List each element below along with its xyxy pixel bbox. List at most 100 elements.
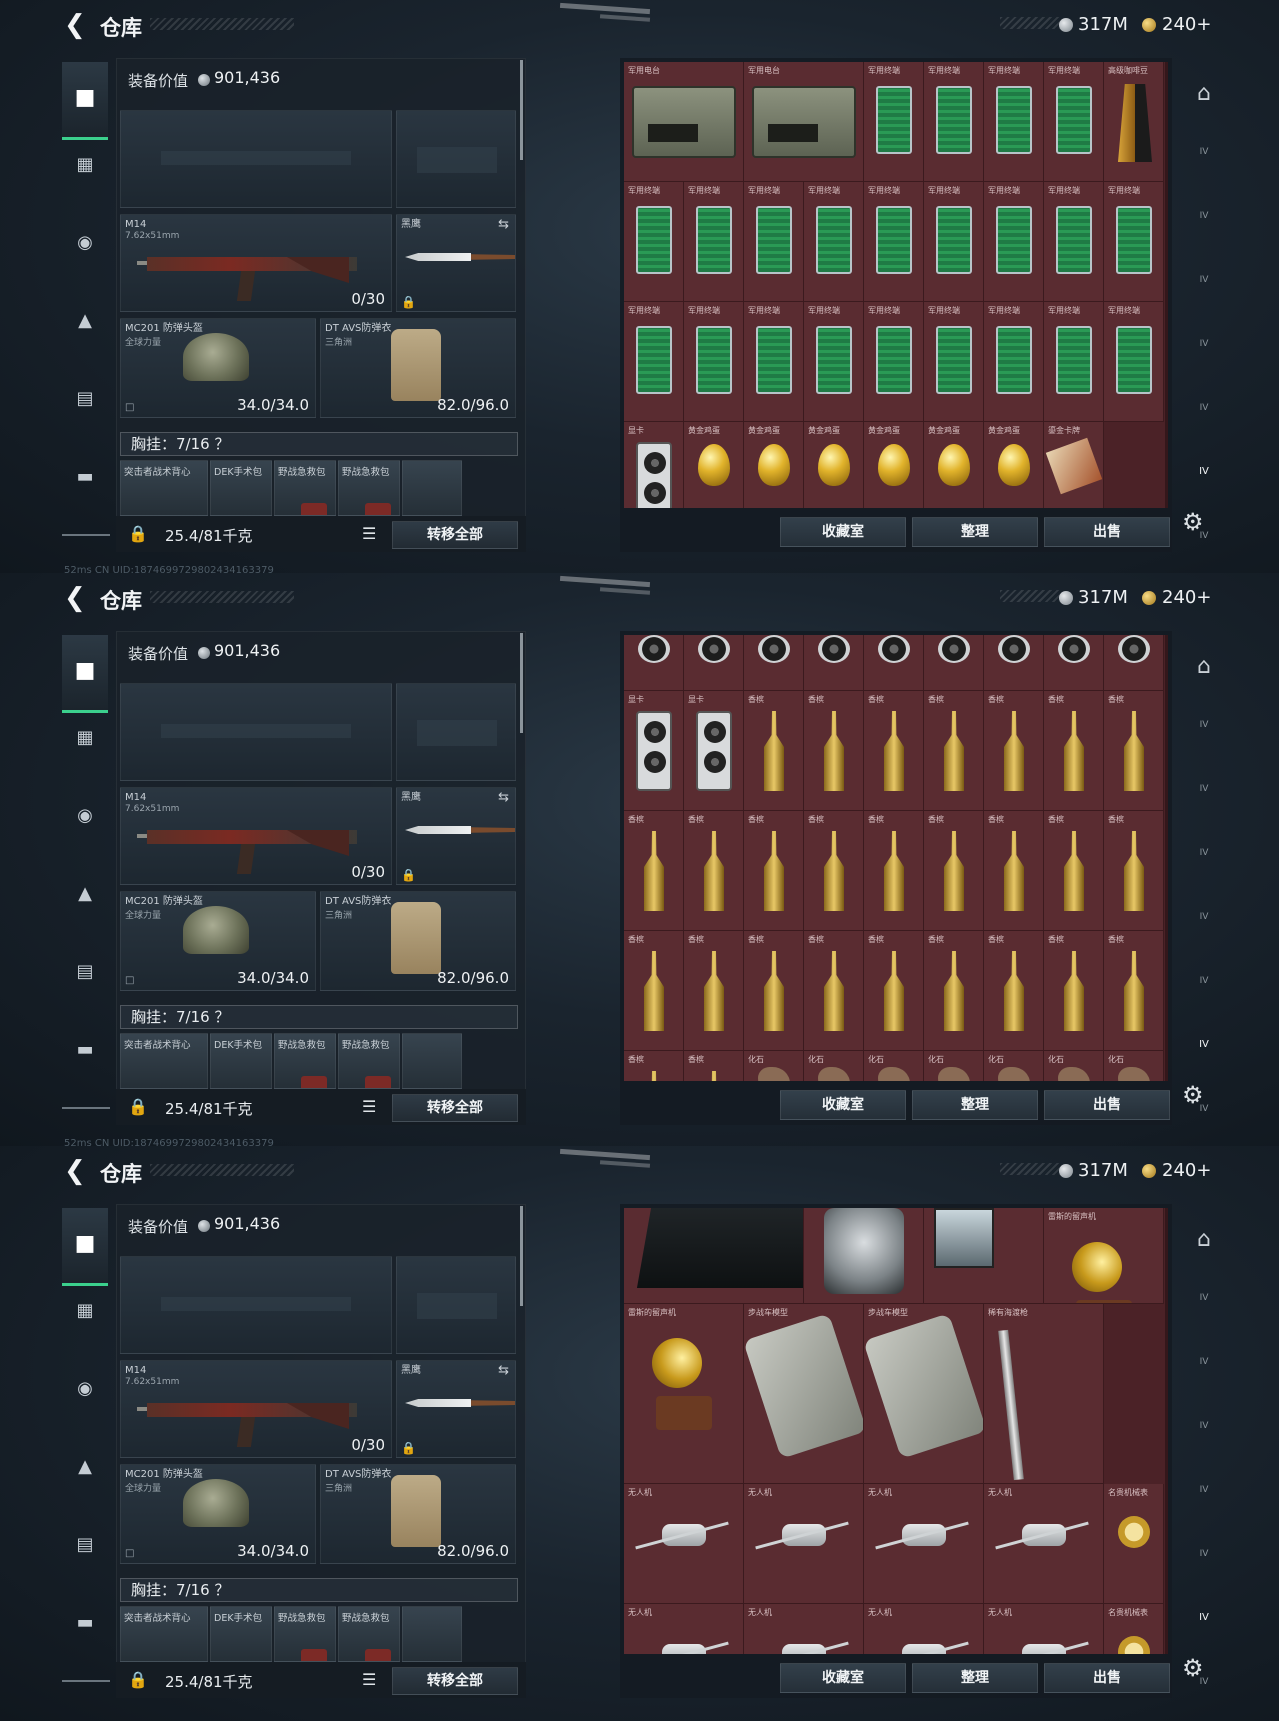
stash-item-fossil[interactable]: 化石 [984,1051,1044,1081]
armor-slot[interactable]: DT AVS防弹衣 三角洲 82.0/96.0 [320,318,516,418]
stash-scrollbar[interactable] [1165,62,1168,508]
stash-page-tab[interactable]: IV [1186,1342,1222,1382]
stash-item-board[interactable]: 军用终端 [744,302,804,422]
empty-secondary-slot[interactable] [396,683,516,781]
armor-slot[interactable]: DT AVS防弹衣 三角洲 82.0/96.0 [320,891,516,991]
nav-briefcase[interactable]: ▬ [70,1608,100,1638]
pouch-slot[interactable]: 野战急救包 [338,1606,400,1662]
stash-item-bottle[interactable]: 香槟 [804,931,864,1051]
sell-button[interactable]: 出售 [1044,1090,1170,1120]
list-icon[interactable]: ☰ [362,524,376,543]
chest-rig-capacity[interactable]: 胸挂：7/16 ？ [120,1578,518,1602]
stash-page-tab[interactable]: IV [1186,769,1222,809]
nav-armor[interactable]: ◉ [70,228,100,258]
stash-page-tab[interactable]: IV [1186,1534,1222,1574]
stash-item-board[interactable]: 军用终端 [1104,302,1164,422]
stash-item-board[interactable]: 军用终端 [1044,302,1104,422]
nav-vest[interactable]: ▦ [70,723,100,753]
stash-item-bottle[interactable]: 香槟 [984,931,1044,1051]
stash-item-bottle[interactable]: 香槟 [624,931,684,1051]
sort-button[interactable]: 整理 [912,1090,1038,1120]
stash-item-fossil[interactable]: 化石 [1104,1051,1164,1081]
stash-page-tab[interactable]: IV [1186,1278,1222,1318]
stash-item-bottle[interactable]: 香槟 [864,931,924,1051]
stash-page-tab[interactable]: IV [1186,388,1222,428]
stash-item-bottle[interactable]: 香槟 [804,811,864,931]
pouch-slot[interactable]: 野战急救包 [274,1606,336,1662]
stash-page-tab[interactable]: IV [1186,1470,1222,1510]
stash-item-egg[interactable]: 黄金鸡蛋 [804,422,864,508]
empty-primary-slot[interactable] [120,1256,392,1354]
stash-item-board[interactable]: 军用终端 [1044,182,1104,302]
stash-item-coffee[interactable]: 高级咖啡豆 [1104,62,1164,182]
empty-primary-slot[interactable] [120,110,392,208]
stash-item-bottle[interactable]: 香槟 [984,691,1044,811]
melee-slot[interactable]: 黑鹰 ⇆ 🔒 [396,787,516,885]
stash-item-bottle[interactable]: 香槟 [684,1051,744,1081]
stash-item-fossil[interactable]: 化石 [744,1051,804,1081]
stash-item-gramophone[interactable]: 雷斯的留声机 [624,1304,744,1484]
pouch-slot[interactable]: 突击者战术背心 [120,460,208,516]
stash-item-board[interactable]: 军用终端 [744,182,804,302]
stash-page-tab[interactable]: IV [1186,1025,1222,1065]
stash-item-gpu-top[interactable] [804,635,864,691]
stash-item-drone[interactable]: 无人机 [864,1604,984,1654]
sort-button[interactable]: 整理 [912,517,1038,547]
stash-item-bottle[interactable]: 香槟 [804,691,864,811]
stash-item-board[interactable]: 军用终端 [984,182,1044,302]
stash-item-gpu-top[interactable] [1044,635,1104,691]
stash-page-tab[interactable]: IV [1186,961,1222,1001]
collection-room-button[interactable]: 收藏室 [780,1090,906,1120]
pouch-slot[interactable]: DEK手术包 [210,460,272,516]
stash-item-fossil[interactable]: 化石 [924,1051,984,1081]
collection-room-button[interactable]: 收藏室 [780,517,906,547]
stash-item-fossil[interactable]: 化石 [864,1051,924,1081]
pouch-slot[interactable]: 突击者战术背心 [120,1606,208,1662]
stash-item-drone[interactable]: 无人机 [624,1604,744,1654]
swap-icon[interactable]: ⇆ [498,790,509,805]
repair-icon[interactable]: □ [125,402,134,413]
stash-item-bottle[interactable]: 香槟 [624,811,684,931]
stash-item-board[interactable]: 军用终端 [804,182,864,302]
empty-pouch-slot[interactable] [402,1033,462,1089]
home-icon[interactable]: ⌂ [1186,1220,1222,1260]
pouch-slot[interactable]: DEK手术包 [210,1033,272,1089]
nav-container[interactable]: ▤ [70,1530,100,1560]
stash-item-bottle[interactable]: 香槟 [1044,691,1104,811]
stash-item-egg[interactable]: 黄金鸡蛋 [744,422,804,508]
stash-page-tab[interactable]: IV [1186,452,1222,492]
stash-item-gpu-top[interactable] [1104,635,1164,691]
stash-page-tab[interactable]: IV [1186,132,1222,172]
stash-item-bottle[interactable]: 香槟 [924,691,984,811]
stash-item-drone[interactable]: 无人机 [744,1484,864,1604]
gold-balance[interactable]: 240+ [1162,1160,1211,1181]
silver-balance[interactable]: 317M [1078,1160,1128,1181]
back-arrow-icon[interactable]: ❮ [64,10,90,40]
pouch-slot[interactable]: 野战急救包 [274,460,336,516]
stash-item-board[interactable]: 军用终端 [624,302,684,422]
pouch-slot[interactable]: DEK手术包 [210,1606,272,1662]
home-icon[interactable]: ⌂ [1186,647,1222,687]
pouch-slot[interactable]: 野战急救包 [338,460,400,516]
gear-icon[interactable]: ⚙ [1182,1654,1204,1682]
stash-item-board[interactable]: 军用终端 [624,182,684,302]
transfer-all-button[interactable]: 转移全部 [392,1667,518,1695]
stash-item-bottle[interactable]: 香槟 [744,691,804,811]
stash-page-tab[interactable]: IV [1186,260,1222,300]
nav-container[interactable]: ▤ [70,957,100,987]
stash-item-radio[interactable]: 军用电台 [624,62,744,182]
armor-slot[interactable]: DT AVS防弹衣 三角洲 82.0/96.0 [320,1464,516,1564]
stash-item-board[interactable]: 军用终端 [1044,62,1104,182]
nav-backpack[interactable]: ▲ [70,879,100,909]
stash-item-bottle[interactable]: 香槟 [624,1051,684,1081]
stash-item-bottle[interactable]: 香槟 [984,811,1044,931]
stash-item-watch[interactable]: 名贵机械表 [1104,1604,1164,1654]
stash-item-gpu-top[interactable] [684,635,744,691]
empty-primary-slot[interactable] [120,683,392,781]
nav-weapons[interactable]: ■ [62,1208,108,1286]
stash-item-board[interactable]: 军用终端 [924,62,984,182]
swap-icon[interactable]: ⇆ [498,217,509,232]
primary-weapon-slot[interactable]: M14 7.62x51mm 0/30 [120,214,392,312]
stash-item-gpu[interactable]: 显卡 [624,691,684,811]
melee-slot[interactable]: 黑鹰 ⇆ 🔒 [396,214,516,312]
